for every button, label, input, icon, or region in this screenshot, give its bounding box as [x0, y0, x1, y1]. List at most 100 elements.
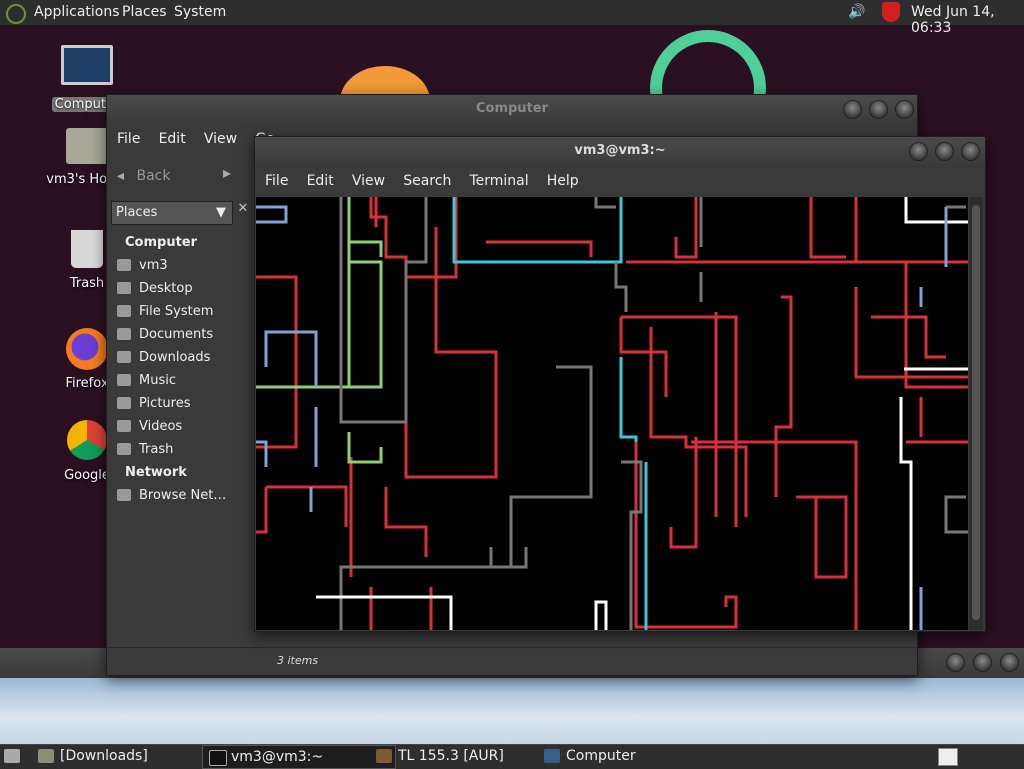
pipe-segment: [621, 460, 643, 630]
places-dropdown[interactable]: Places ▼: [111, 201, 233, 225]
pipe-segment: [369, 197, 458, 279]
folder-icon: [117, 374, 131, 386]
sidebar-item-videos[interactable]: Videos: [107, 415, 255, 438]
pipe-segment: [264, 330, 318, 387]
pipes-screensaver: [256, 197, 968, 630]
folder-icon: [117, 351, 131, 363]
pipe-segment: [871, 315, 946, 359]
sidebar-item-vm3[interactable]: vm3: [107, 254, 255, 277]
section-computer: Computer: [125, 235, 198, 250]
pipe-segment: [266, 485, 348, 527]
close-button[interactable]: [895, 100, 914, 119]
top-panel: Applications Places System 🔊 Wed Jun 14,…: [0, 0, 1024, 36]
taskbar-item-computer[interactable]: Computer: [538, 745, 726, 767]
sidebar-item-music[interactable]: Music: [107, 369, 255, 392]
home-icon: [117, 259, 131, 271]
menu-system[interactable]: System: [174, 4, 226, 20]
minimize-button[interactable]: [946, 653, 965, 672]
pipe-segment: [669, 437, 698, 549]
menu-view[interactable]: View: [352, 173, 385, 189]
menu-edit[interactable]: Edit: [307, 173, 334, 189]
security-shield-icon[interactable]: [882, 2, 900, 22]
window-title: vm3@vm3:~: [574, 143, 666, 158]
section-network: Network: [125, 465, 187, 480]
menu-edit[interactable]: Edit: [159, 131, 186, 147]
pipe-segment: [347, 432, 383, 464]
pipe-segment: [904, 197, 968, 224]
status-bar: 3 items: [107, 647, 917, 676]
minimize-button[interactable]: [843, 100, 862, 119]
menu-applications[interactable]: Applications: [34, 4, 120, 20]
sidebar-item-downloads[interactable]: Downloads: [107, 346, 255, 369]
terminal-scrollbar[interactable]: [969, 197, 983, 630]
close-sidebar-icon[interactable]: ✕: [233, 201, 253, 223]
drive-icon: [117, 305, 131, 317]
pipe-segment: [774, 295, 793, 497]
pipe-segment: [944, 495, 968, 534]
folder-icon: [117, 328, 131, 340]
gnome-foot-icon[interactable]: [6, 4, 26, 24]
places-sidebar: Computer vm3 Desktop File System Documen…: [107, 231, 255, 507]
pipe-segment: [614, 262, 628, 312]
pipe-segment: [384, 487, 428, 557]
forward-arrow-icon[interactable]: ▸: [223, 163, 231, 182]
menu-file[interactable]: File: [117, 131, 140, 147]
status-text: 3 items: [277, 654, 319, 667]
pipe-segment: [404, 227, 498, 479]
terminal-screen[interactable]: [256, 197, 968, 630]
folder-icon: [117, 420, 131, 432]
file-manager-titlebar[interactable]: Computer: [107, 95, 917, 123]
taskbar-item-downloads[interactable]: [Downloads]: [32, 745, 220, 767]
pipe-segment: [674, 197, 698, 259]
pipe-segment: [349, 260, 383, 389]
chrome-icon: [67, 420, 107, 460]
pipe-segment: [256, 487, 268, 534]
menu-terminal[interactable]: Terminal: [469, 173, 528, 189]
pipe-segment: [899, 397, 913, 630]
pipe-segment: [619, 317, 668, 397]
back-arrow-icon: ◂: [117, 168, 129, 184]
pipe-segment: [486, 240, 593, 257]
pipe-segment: [809, 197, 846, 259]
maximize-button[interactable]: [973, 653, 992, 672]
sidebar-item-pictures[interactable]: Pictures: [107, 392, 255, 415]
close-button[interactable]: [1000, 653, 1019, 672]
terminal-icon: [209, 750, 227, 766]
volume-icon[interactable]: 🔊: [848, 4, 866, 20]
show-desktop-icon[interactable]: [4, 749, 20, 763]
sidebar-item-desktop[interactable]: Desktop: [107, 277, 255, 300]
pipe-segment: [256, 197, 351, 389]
trash-icon: [117, 443, 131, 455]
sidebar-item-documents[interactable]: Documents: [107, 323, 255, 346]
close-button[interactable]: [961, 142, 980, 161]
pipe-segment: [619, 357, 638, 442]
menu-help[interactable]: Help: [547, 173, 579, 189]
pipe-segment: [349, 240, 383, 257]
pipe-segment: [256, 275, 298, 449]
maximize-button[interactable]: [869, 100, 888, 119]
back-button[interactable]: ◂ Back: [117, 163, 170, 189]
workspace-switcher-icon[interactable]: [938, 748, 958, 766]
trash-icon: [71, 230, 103, 268]
pipe-segment: [489, 547, 528, 569]
sidebar-item-trash[interactable]: Trash: [107, 438, 255, 461]
network-icon: [117, 489, 131, 501]
taskbar: [Downloads] vm3@vm3:~ TL 155.3 [AUR] Com…: [0, 744, 1024, 769]
taskbar-item-terminal[interactable]: vm3@vm3:~: [202, 745, 396, 769]
clock[interactable]: Wed Jun 14, 06:33: [911, 4, 1024, 36]
sidebar-item-browse-network[interactable]: Browse Net…: [107, 484, 255, 507]
menu-view[interactable]: View: [204, 131, 237, 147]
maximize-button[interactable]: [935, 142, 954, 161]
sky-image: [0, 678, 1024, 744]
menu-places[interactable]: Places: [122, 4, 167, 20]
menu-file[interactable]: File: [265, 173, 288, 189]
folder-icon: [38, 749, 54, 763]
computer-icon: [61, 45, 113, 85]
sidebar-item-file-system[interactable]: File System: [107, 300, 255, 323]
menu-search[interactable]: Search: [403, 173, 451, 189]
minimize-button[interactable]: [909, 142, 928, 161]
terminal-window: vm3@vm3:~ File Edit View Search Terminal…: [254, 136, 986, 632]
terminal-titlebar[interactable]: vm3@vm3:~: [255, 137, 985, 165]
pipe-segment: [621, 315, 738, 527]
taskbar-item-tl[interactable]: TL 155.3 [AUR]: [370, 745, 558, 767]
